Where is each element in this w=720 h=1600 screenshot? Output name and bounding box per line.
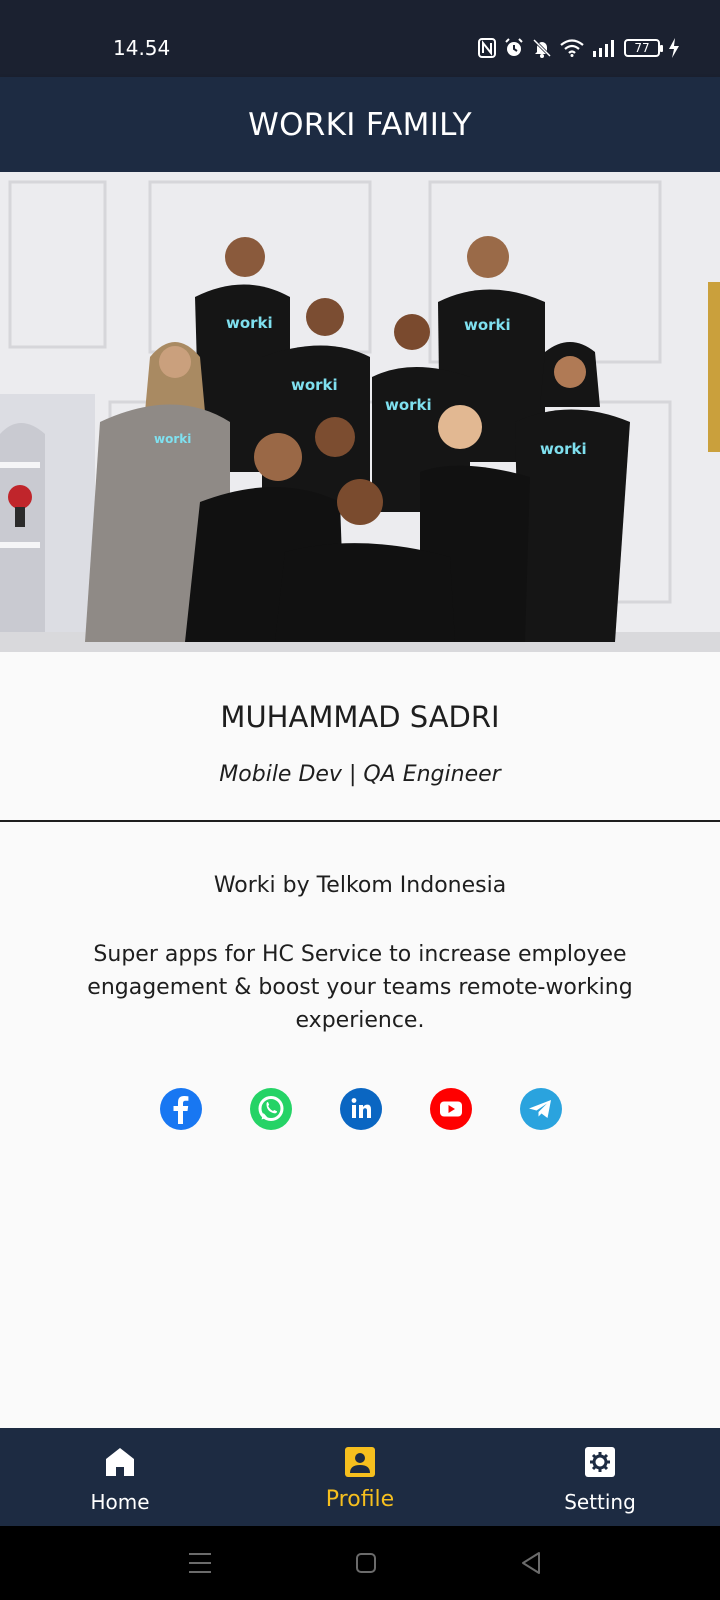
- svg-text:worki: worki: [385, 396, 432, 414]
- charging-icon: [669, 38, 679, 58]
- team-photo-illustration: worki worki worki worki worki worki: [0, 172, 720, 652]
- status-icons: 77: [478, 36, 680, 60]
- nfc-icon: [478, 38, 496, 58]
- company-name: Worki by Telkom Indonesia: [213, 873, 507, 898]
- whatsapp-icon[interactable]: [250, 1088, 292, 1130]
- system-nav-bar: [0, 1526, 720, 1600]
- mute-icon: [532, 38, 552, 58]
- bottom-nav: Home Profile Setting: [0, 1428, 720, 1526]
- linkedin-icon[interactable]: [340, 1088, 382, 1130]
- gear-icon: [583, 1445, 617, 1479]
- alarm-icon: [505, 38, 523, 56]
- battery-level: 77: [634, 41, 650, 55]
- wifi-icon: [560, 39, 584, 57]
- svg-text:worki: worki: [464, 316, 511, 334]
- battery-icon: 77: [624, 39, 663, 57]
- svg-text:worki: worki: [226, 314, 273, 332]
- profile-name: MUHAMMAD SADRI: [220, 700, 500, 734]
- social-links: [0, 1088, 720, 1130]
- app-description: Super apps for HC Service to increase em…: [87, 942, 633, 1033]
- team-photo: worki worki worki worki worki worki: [0, 172, 720, 652]
- nav-item-setting[interactable]: Setting: [480, 1428, 720, 1526]
- back-icon[interactable]: [520, 1551, 542, 1575]
- page-title: WORKI FAMILY: [248, 106, 472, 143]
- nav-item-profile[interactable]: Profile: [240, 1428, 480, 1526]
- nav-label-setting: Setting: [564, 1490, 636, 1514]
- status-bar: 14.54 77: [0, 0, 720, 77]
- divider: [0, 820, 720, 822]
- nav-label-home: Home: [90, 1490, 150, 1514]
- svg-text:worki: worki: [291, 376, 338, 394]
- menu-icon[interactable]: [188, 1552, 212, 1574]
- status-time: 14.54: [113, 36, 171, 60]
- nav-label-profile: Profile: [325, 1487, 395, 1512]
- profile-icon: [343, 1445, 377, 1479]
- app-header: WORKI FAMILY: [0, 77, 720, 172]
- svg-text:worki: worki: [540, 440, 587, 458]
- telegram-icon[interactable]: [520, 1088, 562, 1130]
- facebook-icon[interactable]: [160, 1088, 202, 1130]
- home-square-icon[interactable]: [355, 1552, 377, 1574]
- youtube-icon[interactable]: [430, 1088, 472, 1130]
- svg-text:worki: worki: [154, 432, 191, 446]
- profile-role: Mobile Dev | QA Engineer: [219, 762, 501, 787]
- home-icon: [103, 1445, 137, 1479]
- nav-item-home[interactable]: Home: [0, 1428, 240, 1526]
- signal-icon: [593, 40, 614, 57]
